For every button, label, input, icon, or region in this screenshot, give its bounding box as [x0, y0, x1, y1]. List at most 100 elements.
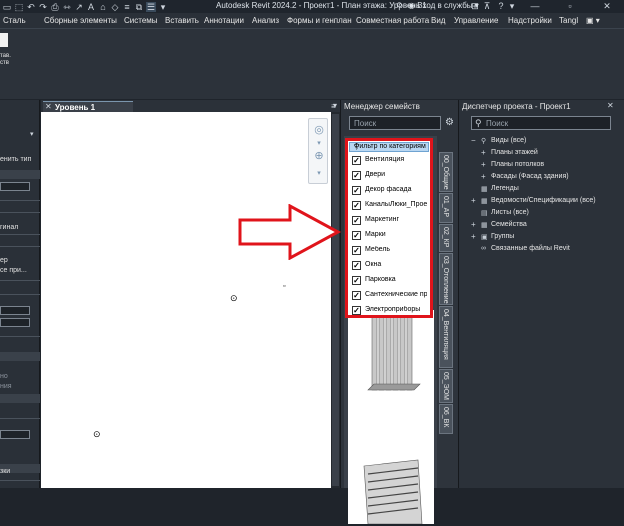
props-section-header[interactable]: [0, 394, 40, 403]
menu-view[interactable]: Вид: [431, 16, 445, 25]
help-icon[interactable]: ?: [496, 1, 506, 11]
filter-item-tags[interactable]: ✓ Марки: [352, 230, 430, 242]
dropdown-icon[interactable]: ▾: [312, 167, 326, 181]
menu-manage[interactable]: Управление: [454, 16, 498, 25]
filter-item-plumbing[interactable]: ✓ Сантехнические приборы: [352, 290, 430, 302]
menu-addins[interactable]: Надстройки: [508, 16, 552, 25]
props-section-header[interactable]: [0, 170, 40, 179]
expander-icon[interactable]: +: [471, 196, 479, 205]
family-thumbnail[interactable]: [348, 444, 434, 525]
steering-wheel-icon[interactable]: ◎: [312, 123, 326, 137]
filter-item-electrical[interactable]: ✓ Электроприборы: [352, 305, 430, 317]
save-icon[interactable]: ⬚: [14, 2, 24, 12]
filter-item-marketing[interactable]: ✓ Маркетинг: [352, 215, 430, 227]
elevation-marker-icon[interactable]: ⊙: [230, 294, 238, 303]
view-menu-icon[interactable]: ≡: [331, 102, 336, 111]
print-icon[interactable]: ⎙: [50, 2, 60, 12]
project-search-input[interactable]: ⚲ Поиск: [471, 116, 611, 130]
filter-item-facade-decor[interactable]: ✓ Декор фасада: [352, 185, 430, 197]
props-value-box[interactable]: [0, 430, 30, 439]
filter-item-ventilation[interactable]: ✓ Вентиляция: [352, 155, 430, 167]
props-section-header[interactable]: [0, 352, 40, 361]
thin-lines-icon[interactable]: ≡: [122, 2, 132, 12]
view-scrollbar[interactable]: [331, 112, 340, 488]
menu-precast[interactable]: Сборные элементы: [44, 16, 117, 25]
help-dropdown-icon[interactable]: ▾: [507, 1, 517, 11]
filter-item-doors[interactable]: ✓ Двери: [352, 170, 430, 182]
expander-icon[interactable]: +: [481, 160, 489, 169]
props-value-box[interactable]: [0, 182, 30, 191]
zoom-icon[interactable]: ⊕: [312, 149, 326, 163]
props-value-box[interactable]: [0, 318, 30, 327]
checkbox[interactable]: ✓: [352, 306, 361, 315]
chevron-down-icon[interactable]: ▾: [30, 130, 34, 138]
maximize-icon[interactable]: ▫: [565, 1, 575, 11]
ribbon-minimize-icon[interactable]: ▣ ▾: [586, 16, 600, 25]
filter-header[interactable]: ▽ Фильтр по категориям: [349, 142, 429, 152]
checkbox[interactable]: ✓: [352, 261, 361, 270]
menu-systems[interactable]: Системы: [124, 16, 158, 25]
close-hidden-icon[interactable]: ⧉: [134, 2, 144, 12]
menu-annotate[interactable]: Аннотации: [204, 16, 244, 25]
filter-item-manholes[interactable]: ✓ КаналыЛюки_Проект: [352, 200, 430, 212]
checkbox[interactable]: ✓: [352, 216, 361, 225]
sign-in-button[interactable]: ◉ Вход в службы ▾: [408, 1, 479, 10]
family-thumbnail[interactable]: [348, 310, 434, 444]
gear-icon[interactable]: ⚙: [445, 118, 455, 128]
autodesk-icon[interactable]: ⊼: [482, 1, 492, 11]
checkbox[interactable]: ✓: [352, 171, 361, 180]
tab-close-icon[interactable]: ✕: [45, 102, 52, 111]
dropdown-icon[interactable]: ▾: [158, 2, 168, 12]
elevation-marker-icon[interactable]: ⊙: [93, 430, 101, 439]
undo-icon[interactable]: ↶: [26, 2, 36, 12]
section-icon[interactable]: ◇: [110, 2, 120, 12]
tab-02-kr[interactable]: 02_КР: [439, 224, 453, 252]
tab-04-ventilation[interactable]: 04_Вентиляция: [439, 306, 453, 368]
tab-05-eom[interactable]: 05_ЭОМ: [439, 369, 453, 403]
dimension-icon[interactable]: ↗: [74, 2, 84, 12]
redo-icon[interactable]: ↷: [38, 2, 48, 12]
menu-insert[interactable]: Вставить: [165, 16, 199, 25]
minimize-icon[interactable]: —: [530, 1, 540, 11]
menu-tangl[interactable]: Tangl: [559, 16, 578, 25]
open-icon[interactable]: ▭: [2, 2, 12, 12]
tab-06-vk[interactable]: 06_ВК: [439, 404, 453, 434]
checkbox[interactable]: ✓: [352, 186, 361, 195]
expander-icon[interactable]: +: [481, 148, 489, 157]
tab-00-general[interactable]: 00_Общие: [439, 152, 453, 192]
category-filter-dropdown[interactable]: ▽ Фильтр по категориям ✓ Вентиляция ✓ Двер…: [345, 138, 433, 318]
ribbon-button[interactable]: тав. ств: [0, 31, 22, 67]
menu-steel[interactable]: Сталь: [3, 16, 26, 25]
filter-item-windows[interactable]: ✓ Окна: [352, 260, 430, 272]
close-icon[interactable]: ✕: [602, 1, 612, 11]
search-icon[interactable]: ⚲: [396, 1, 406, 11]
text-icon[interactable]: A: [86, 2, 96, 12]
cart-icon[interactable]: ⊞: [470, 1, 480, 11]
checkbox[interactable]: ✓: [352, 291, 361, 300]
menu-analyze[interactable]: Анализ: [252, 16, 279, 25]
measure-icon[interactable]: ⇿: [62, 2, 72, 12]
checkbox[interactable]: ✓: [352, 201, 361, 210]
edit-type-label[interactable]: енить тип: [0, 156, 31, 163]
menu-massing[interactable]: Формы и генплан: [287, 16, 352, 25]
props-value-box[interactable]: [0, 306, 30, 315]
filter-item-furniture[interactable]: ✓ Мебель: [352, 245, 430, 257]
tab-01-ar[interactable]: 01_АР: [439, 193, 453, 223]
expander-icon[interactable]: +: [471, 220, 479, 229]
close-icon[interactable]: ✕: [607, 101, 614, 110]
checkbox[interactable]: ✓: [352, 156, 361, 165]
family-search-input[interactable]: Поиск: [349, 116, 441, 130]
view-3d-icon[interactable]: ⌂: [98, 2, 108, 12]
scrollbar-thumb[interactable]: [332, 114, 339, 486]
filter-item-parking[interactable]: ✓ Парковка: [352, 275, 430, 287]
checkbox[interactable]: ✓: [352, 246, 361, 255]
tab-level-1[interactable]: ✕ Уровень 1: [43, 101, 133, 112]
checkbox[interactable]: ✓: [352, 231, 361, 240]
tab-03-heating[interactable]: 03_Отопление: [439, 253, 453, 305]
checkbox[interactable]: ✓: [352, 276, 361, 285]
expander-icon[interactable]: +: [481, 172, 489, 181]
expander-icon[interactable]: +: [471, 232, 479, 241]
drawing-canvas[interactable]: [41, 112, 331, 488]
switch-windows-icon[interactable]: ☰: [146, 1, 156, 12]
expander-icon[interactable]: −: [471, 136, 479, 145]
